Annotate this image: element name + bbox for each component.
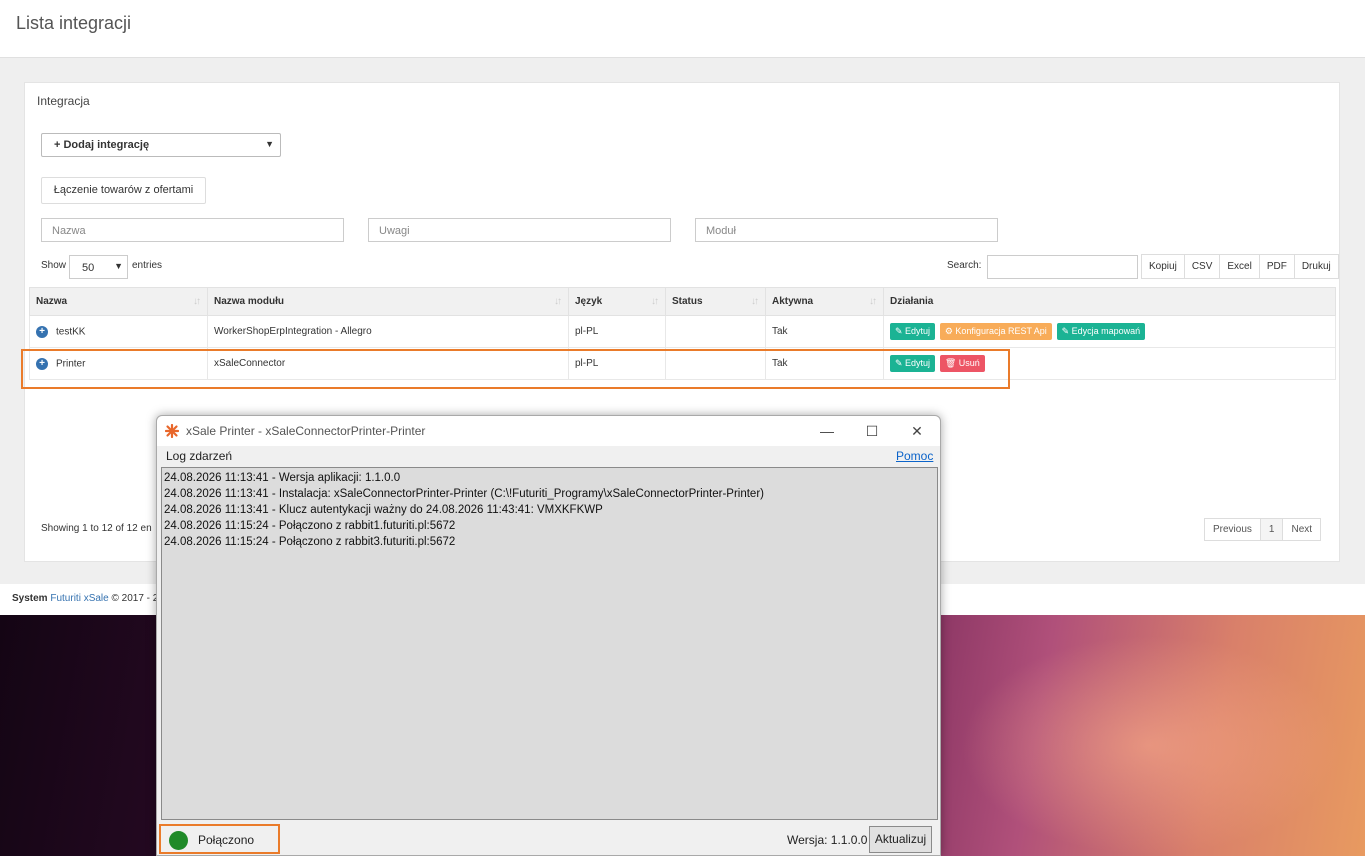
window-titlebar[interactable]: xSale Printer - xSaleConnectorPrinter-Pr… xyxy=(157,416,940,446)
log-line: 24.08.2026 11:13:41 - Instalacja: xSaleC… xyxy=(164,488,764,500)
name-filter-input[interactable]: Nazwa xyxy=(41,218,344,242)
excel-button[interactable]: Excel xyxy=(1219,254,1260,279)
page-size-value: 50 xyxy=(82,262,95,274)
export-buttons: Kopiuj CSV Excel PDF Drukuj xyxy=(1141,254,1339,279)
row-language: pl-PL xyxy=(568,315,666,348)
column-header-actions: Działania xyxy=(883,287,1336,316)
column-header-module[interactable]: Nazwa modułu ↓↑ xyxy=(207,287,569,316)
page-header: Lista integracji xyxy=(0,0,1365,58)
table-row: + testKK WorkerShopErpIntegration - Alleg… xyxy=(29,315,1336,348)
column-header-language[interactable]: Język ↓↑ xyxy=(568,287,666,316)
status-indicator-icon xyxy=(169,831,188,850)
sort-icon: ↓↑ xyxy=(869,296,877,307)
page-title: Lista integracji xyxy=(16,13,132,33)
page-size-select[interactable]: 50 ▼ xyxy=(69,255,128,279)
show-label: Show xyxy=(41,260,67,271)
page-1-button[interactable]: 1 xyxy=(1259,518,1284,541)
version-label: Wersja: 1.1.0.0 xyxy=(787,833,868,847)
expand-row-icon[interactable]: + xyxy=(36,325,48,338)
row-module: WorkerShopErpIntegration - Allegro xyxy=(207,315,569,348)
pdf-button[interactable]: PDF xyxy=(1258,254,1295,279)
add-integration-label: + Dodaj integrację xyxy=(54,139,150,151)
update-button[interactable]: Aktualizuj xyxy=(869,826,932,853)
log-line: 24.08.2026 11:13:41 - Wersja aplikacji: … xyxy=(164,472,401,484)
chevron-down-icon: ▼ xyxy=(265,139,274,149)
highlight-printer-row xyxy=(21,349,1010,389)
maximize-icon[interactable]: ☐ xyxy=(857,420,887,442)
help-link[interactable]: Pomoc xyxy=(896,449,933,463)
footer-copyright: © 2017 - 2 xyxy=(111,593,159,604)
table-info: Showing 1 to 12 of 12 en xyxy=(41,523,152,534)
sort-icon: ↓↑ xyxy=(751,296,759,307)
footer-brand-link[interactable]: Futuriti xSale xyxy=(50,593,108,604)
notes-filter-input[interactable]: Uwagi xyxy=(368,218,671,242)
log-line: 24.08.2026 11:15:24 - Połączono z rabbit… xyxy=(164,536,456,548)
column-header-active[interactable]: Aktywna ↓↑ xyxy=(765,287,884,316)
add-integration-select[interactable]: + Dodaj integrację ▼ xyxy=(41,133,281,157)
status-text: Połączono xyxy=(198,833,255,847)
event-log-textarea[interactable]: 24.08.2026 11:13:41 - Wersja aplikacji: … xyxy=(161,467,938,820)
copy-button[interactable]: Kopiuj xyxy=(1141,254,1185,279)
printer-app-window: xSale Printer - xSaleConnectorPrinter-Pr… xyxy=(156,415,941,856)
chevron-down-icon: ▼ xyxy=(114,261,123,271)
sort-icon: ↓↑ xyxy=(554,296,562,307)
entries-label: entries xyxy=(132,260,163,271)
previous-page-button[interactable]: Previous xyxy=(1204,518,1261,541)
module-filter-input[interactable]: Moduł xyxy=(695,218,998,242)
window-title: xSale Printer - xSaleConnectorPrinter-Pr… xyxy=(186,424,426,438)
rest-api-config-button[interactable]: ⚙ Konfiguracja REST Api xyxy=(939,323,1052,340)
xsale-app-icon xyxy=(165,424,179,438)
minimize-icon[interactable]: — xyxy=(812,420,842,442)
log-line: 24.08.2026 11:13:41 - Klucz autentykacji… xyxy=(164,504,603,516)
edit-mappings-button[interactable]: ✎ Edycja mapowań xyxy=(1056,323,1146,340)
search-label: Search: xyxy=(947,260,982,271)
edit-button[interactable]: ✎ Edytuj xyxy=(890,323,936,340)
row-actions: ✎ Edytuj ⚙ Konfiguracja REST Api ✎ Edycj… xyxy=(883,315,1336,348)
link-products-offers-button[interactable]: Łączenie towarów z ofertami xyxy=(41,177,206,204)
log-line: 24.08.2026 11:15:24 - Połączono z rabbit… xyxy=(164,520,456,532)
row-active: Tak xyxy=(765,315,884,348)
row-status xyxy=(665,315,766,348)
print-button[interactable]: Drukuj xyxy=(1293,254,1339,279)
event-log-label: Log zdarzeń xyxy=(166,449,233,463)
panel-title: Integracja xyxy=(37,94,90,108)
column-header-status[interactable]: Status ↓↑ xyxy=(665,287,766,316)
close-icon[interactable]: ✕ xyxy=(902,420,932,442)
footer-system: System xyxy=(12,593,48,604)
sort-icon: ↓↑ xyxy=(193,296,201,307)
connection-status: Połączono xyxy=(159,824,280,854)
pagination: Previous 1 Next xyxy=(1204,518,1322,541)
sort-icon: ↓↑ xyxy=(651,296,659,307)
next-page-button[interactable]: Next xyxy=(1282,518,1322,541)
column-header-name[interactable]: Nazwa ↓↑ xyxy=(29,287,208,316)
row-name: testKK xyxy=(56,326,86,338)
csv-button[interactable]: CSV xyxy=(1183,254,1221,279)
search-input[interactable] xyxy=(987,255,1138,279)
